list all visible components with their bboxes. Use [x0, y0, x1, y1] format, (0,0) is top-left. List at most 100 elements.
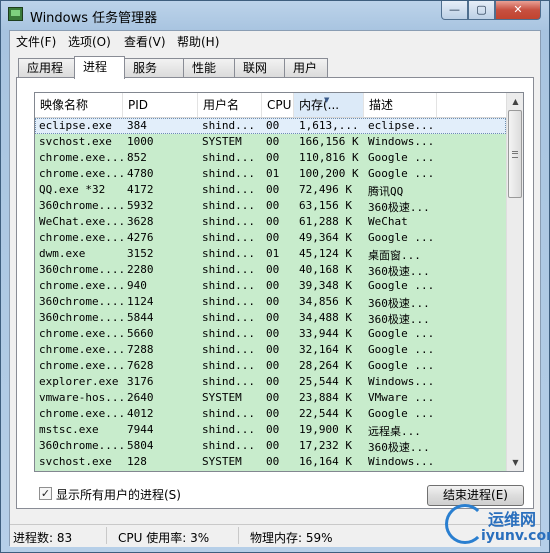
- process-row[interactable]: chrome.exe... 4780 shind... 01 100,200 K Goog…: [35, 166, 506, 182]
- menu-file[interactable]: 文件(F): [16, 33, 56, 50]
- site-watermark: 运维网 iyunv.com: [445, 498, 550, 552]
- cell-description: Google ...: [368, 231, 435, 244]
- process-row[interactable]: chrome.exe... 940 shind... 00 39,348 K Google…: [35, 278, 506, 294]
- maximize-button[interactable]: ▢: [468, 1, 495, 20]
- cell-image-name: 360chrome....: [39, 199, 123, 212]
- menu-help[interactable]: 帮助(H): [177, 33, 219, 50]
- cell-username: SYSTEM: [202, 135, 242, 148]
- process-row[interactable]: chrome.exe... 852 shind... 00 110,816 K Googl…: [35, 150, 506, 166]
- cell-memory: 100,200 K: [299, 167, 359, 180]
- cell-username: shind...: [202, 423, 255, 436]
- cell-description: Google ...: [368, 327, 435, 340]
- cell-username: shind...: [202, 311, 255, 324]
- cell-username: shind...: [202, 343, 255, 356]
- minimize-button[interactable]: —: [441, 1, 468, 20]
- cell-description: 360极速...: [368, 313, 430, 326]
- menu-options[interactable]: 选项(O): [68, 33, 111, 50]
- scroll-down-arrow-icon[interactable]: ▼: [507, 454, 523, 471]
- cell-cpu: 00: [266, 407, 280, 420]
- process-row[interactable]: chrome.exe... 5660 shind... 00 33,944 K Googl…: [35, 326, 506, 342]
- menu-view[interactable]: 查看(V): [124, 33, 166, 50]
- process-row[interactable]: 360chrome.... 2280 shind... 00 40,168 K 360极速…: [35, 262, 506, 278]
- cell-image-name: chrome.exe...: [39, 279, 123, 292]
- column-pid[interactable]: PID: [123, 93, 198, 117]
- cell-pid: 1000: [127, 135, 154, 148]
- cell-cpu: 00: [266, 295, 280, 308]
- process-row[interactable]: vmware-hos... 2640 SYSTEM 00 23,884 K VMware …: [35, 390, 506, 406]
- tab-services[interactable]: 服务: [124, 58, 184, 77]
- process-row[interactable]: chrome.exe... 4012 shind... 00 22,544 K Googl…: [35, 406, 506, 422]
- cell-description: Google ...: [368, 279, 435, 292]
- client-area: 文件(F) 选项(O) 查看(V) 帮助(H) 应用程序 进程 服务 性能 联网…: [9, 30, 541, 547]
- cell-username: SYSTEM: [202, 391, 242, 404]
- column-description[interactable]: 描述: [364, 93, 437, 117]
- process-row[interactable]: QQ.exe *32 4172 shind... 00 72,496 K 腾讯QQ: [35, 182, 506, 198]
- cell-pid: 128: [127, 455, 147, 468]
- close-button[interactable]: ✕: [495, 1, 541, 20]
- cell-description: Google ...: [368, 151, 435, 164]
- tab-processes[interactable]: 进程: [74, 56, 125, 79]
- title-bar[interactable]: Windows 任务管理器 — ▢ ✕: [1, 1, 549, 29]
- watermark-line1: 运维网: [488, 510, 537, 529]
- cell-image-name: chrome.exe...: [39, 231, 123, 244]
- cell-pid: 3152: [127, 247, 154, 260]
- cell-image-name: 360chrome....: [39, 439, 123, 452]
- watermark-line2: iyunv.com: [481, 528, 550, 544]
- column-image-name[interactable]: 映像名称: [35, 93, 123, 117]
- process-rows: eclipse.exe 384 shind... 00 1,613,... eclipse…: [35, 118, 506, 471]
- show-all-users-checkbox[interactable]: ✓: [39, 487, 52, 500]
- tab-strip: 应用程序 进程 服务 性能 联网 用户: [10, 56, 540, 93]
- cell-memory: 72,496 K: [299, 183, 352, 196]
- cell-image-name: svchost.exe: [39, 455, 112, 468]
- process-row[interactable]: 360chrome.... 5932 shind... 00 63,156 K 360极速…: [35, 198, 506, 214]
- cell-cpu: 00: [266, 455, 280, 468]
- process-row[interactable]: 360chrome.... 5804 shind... 00 17,232 K 360极速…: [35, 438, 506, 454]
- cell-pid: 5804: [127, 439, 154, 452]
- process-row[interactable]: chrome.exe... 4276 shind... 00 49,364 K Googl…: [35, 230, 506, 246]
- cell-username: shind...: [202, 119, 255, 132]
- process-row[interactable]: eclipse.exe 384 shind... 00 1,613,... eclipse…: [35, 118, 506, 134]
- cell-cpu: 00: [266, 439, 280, 452]
- process-list[interactable]: 映像名称 PID 用户名 CPU ▼ 内存(... 描述 eclipse.exe…: [34, 92, 524, 472]
- process-row[interactable]: mstsc.exe 7944 shind... 00 19,900 K 远程桌...: [35, 422, 506, 438]
- window-title: Windows 任务管理器: [30, 11, 158, 26]
- process-row[interactable]: 360chrome.... 5844 shind... 00 34,488 K 360极速…: [35, 310, 506, 326]
- cell-memory: 166,156 K: [299, 135, 359, 148]
- status-process-count: 进程数: 83: [13, 531, 73, 545]
- cell-username: SYSTEM: [202, 455, 242, 468]
- cell-description: Windows...: [368, 455, 435, 468]
- cell-username: shind...: [202, 295, 255, 308]
- task-manager-window: Windows 任务管理器 — ▢ ✕ 文件(F) 选项(O) 查看(V) 帮助…: [0, 0, 550, 553]
- cell-image-name: eclipse.exe: [39, 119, 112, 132]
- process-row[interactable]: svchost.exe 128 SYSTEM 00 16,164 K Windows...: [35, 454, 506, 470]
- cell-description: Windows...: [368, 135, 435, 148]
- scroll-up-arrow-icon[interactable]: ▲: [507, 93, 523, 110]
- column-memory[interactable]: ▼ 内存(...: [294, 93, 364, 117]
- tab-networking[interactable]: 联网: [234, 58, 285, 77]
- process-row[interactable]: explorer.exe 3176 shind... 00 25,544 K Window…: [35, 374, 506, 390]
- column-cpu[interactable]: CPU: [262, 93, 294, 117]
- scroll-thumb[interactable]: [508, 110, 522, 198]
- vertical-scrollbar[interactable]: ▲ ▼: [506, 93, 523, 471]
- cell-pid: 1124: [127, 295, 154, 308]
- cell-pid: 4276: [127, 231, 154, 244]
- cell-cpu: 00: [266, 231, 280, 244]
- process-row[interactable]: WeChat.exe... 3628 shind... 00 61,288 K WeCha…: [35, 214, 506, 230]
- cell-cpu: 00: [266, 375, 280, 388]
- cell-pid: 5660: [127, 327, 154, 340]
- tab-users[interactable]: 用户: [284, 58, 328, 77]
- process-row[interactable]: dwm.exe 3152 shind... 01 45,124 K 桌面窗...: [35, 246, 506, 262]
- cell-username: shind...: [202, 279, 255, 292]
- process-row[interactable]: chrome.exe... 7628 shind... 00 28,264 K Googl…: [35, 358, 506, 374]
- column-username[interactable]: 用户名: [198, 93, 262, 117]
- tab-performance[interactable]: 性能: [183, 58, 235, 77]
- cell-username: shind...: [202, 215, 255, 228]
- cell-username: shind...: [202, 407, 255, 420]
- status-divider: [106, 527, 107, 544]
- cell-image-name: 360chrome....: [39, 311, 123, 324]
- process-row[interactable]: 360chrome.... 1124 shind... 00 34,856 K 360极速…: [35, 294, 506, 310]
- process-row[interactable]: svchost.exe 1000 SYSTEM 00 166,156 K Windows.…: [35, 134, 506, 150]
- processes-panel: 映像名称 PID 用户名 CPU ▼ 内存(... 描述 eclipse.exe…: [16, 77, 534, 509]
- tab-applications[interactable]: 应用程序: [18, 58, 75, 93]
- process-row[interactable]: chrome.exe... 7288 shind... 00 32,164 K Googl…: [35, 342, 506, 358]
